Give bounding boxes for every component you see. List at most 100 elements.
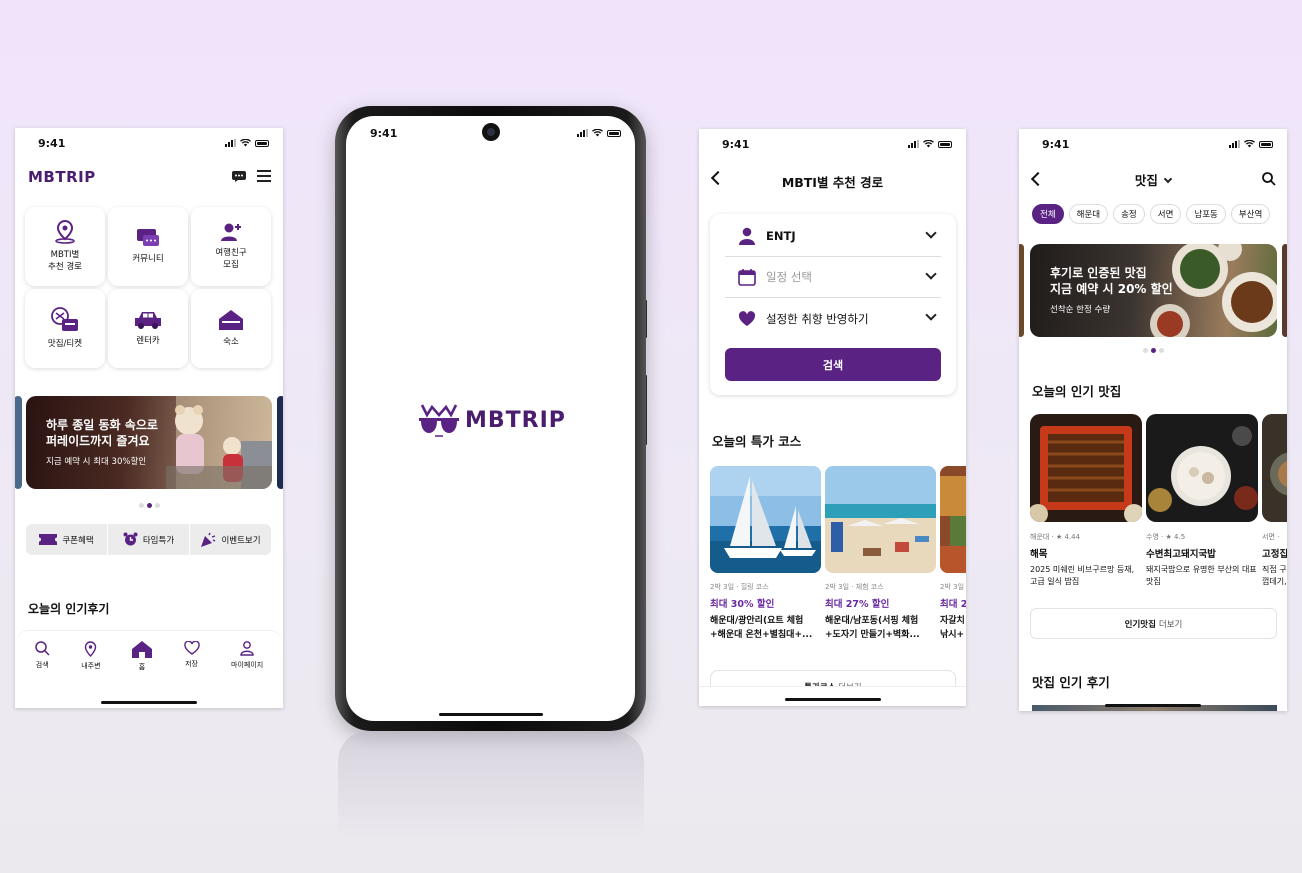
coupon-label: 쿠폰혜택: [62, 535, 94, 546]
wifi-icon: [592, 129, 603, 137]
map-pin-icon: [55, 220, 75, 245]
banner-title: 후기로 인증된 맛집 지금 예약 시 20% 할인: [1050, 266, 1173, 297]
menu-tile-lodging[interactable]: 숙소: [191, 289, 271, 368]
status-bar: 9:41: [15, 128, 283, 158]
sunglasses-logo-icon: [419, 404, 459, 437]
chip-seomyeon[interactable]: 서면: [1149, 204, 1182, 224]
course-card[interactable]: 2박 3일 · 힐링 코스 최대 30% 할인 해운대/광안리(요트 체험 +해운…: [710, 466, 821, 643]
course-discount: 최대 27% 할인: [825, 599, 890, 610]
add-friend-icon: [221, 223, 241, 242]
event-button[interactable]: 이벤트보기: [190, 524, 271, 555]
menu-grid: MBTI별 추천 경로 커뮤니티 여행친구 모집 맛집/티켓 렌터카 숙소: [25, 207, 273, 368]
tab-search[interactable]: 검색: [34, 641, 50, 672]
signal-icon: [577, 129, 588, 137]
course-card[interactable]: 2박 3일 · 체험 코스 최대 27% 할인 해운대/남포동(서핑 체험 +도자…: [825, 466, 936, 643]
restaurant-meta: 해운대 · ★ 4.44: [1030, 533, 1081, 541]
banner-peek-right: [277, 396, 283, 489]
home-screen: 9:41 MBTRIP MBTI별 추천 경로 커뮤니티 여행친구 모집 맛집/…: [15, 128, 283, 708]
carousel-dots: [1143, 348, 1164, 353]
tab-label: 마이페이지: [231, 661, 264, 669]
location-icon: [85, 641, 97, 657]
tab-label: 홈: [138, 663, 146, 671]
party-popper-icon: [201, 532, 216, 547]
promo-banner[interactable]: 하루 종일 동화 속으로 퍼레이드까지 즐겨요 지금 예약 시 최대 30%할인: [26, 396, 272, 489]
menu-tile-community[interactable]: 커뮤니티: [108, 207, 188, 286]
restaurant-desc: 2025 미쉐린 비브구르망 등재, 고급 일식 밥집: [1030, 565, 1135, 586]
search-button[interactable]: 검색: [725, 348, 941, 381]
restaurant-image: [1146, 414, 1258, 522]
tab-nearby[interactable]: 내주변: [81, 641, 101, 672]
menu-tile-travel-friend[interactable]: 여행친구 모집: [191, 207, 271, 286]
preference-select[interactable]: 설정한 취향 반영하기: [725, 298, 941, 339]
course-meta: 2박 3일 · 힐링 코스: [710, 583, 769, 591]
front-camera: [482, 123, 500, 141]
course-meta: 2박 3일 · 체험 코스: [825, 583, 884, 591]
chevron-down-icon: [925, 268, 937, 280]
quick-actions: 쿠폰혜택 타임특가 이벤트보기: [26, 524, 271, 555]
restaurant-card[interactable]: 해운대 · ★ 4.44 해목 2025 미쉐린 비브구르망 등재, 고급 일식…: [1030, 414, 1142, 588]
tab-mypage[interactable]: 마이페이지: [231, 641, 263, 672]
tile-label: 맛집/티켓: [47, 338, 83, 349]
battery-icon: [938, 140, 952, 148]
mbti-select[interactable]: ENTJ: [725, 216, 941, 257]
tab-label: 검색: [35, 661, 49, 669]
battery-icon: [1259, 140, 1273, 148]
course-name-line: 자갈치: [940, 616, 965, 626]
tab-saved[interactable]: 저장: [183, 641, 200, 672]
banner-title: 하루 종일 동화 속으로 퍼레이드까지 즐겨요: [46, 418, 158, 449]
course-meta: 2박 3일: [940, 583, 965, 591]
banner-peek-right: [1282, 244, 1287, 337]
popular-food-more-button[interactable]: 인기맛집 더보기: [1030, 608, 1277, 639]
chat-icon[interactable]: [232, 171, 246, 182]
phone-reflection: [338, 731, 644, 841]
chip-busan-station[interactable]: 부산역: [1230, 204, 1271, 224]
chip-nampodong[interactable]: 남포동: [1186, 204, 1226, 224]
course-image: [710, 466, 821, 573]
menu-tile-mbti-route[interactable]: MBTI별 추천 경로: [25, 207, 105, 286]
menu-icon[interactable]: [257, 170, 271, 182]
tab-home[interactable]: 홈: [132, 641, 153, 672]
home-indicator: [101, 701, 197, 704]
food-reviews-title: 맛집 인기 후기: [1032, 675, 1110, 690]
menu-tile-rent-car[interactable]: 렌터카: [108, 289, 188, 368]
status-bar: 9:41: [699, 129, 966, 159]
splash-logo: MBTRIP: [419, 403, 566, 437]
event-label: 이벤트보기: [221, 535, 261, 546]
page-title: MBTI별 추천 경로: [781, 175, 884, 190]
course-card[interactable]: 2박 3일 최대 2 자갈치 낚시+: [940, 466, 966, 643]
restaurant-card[interactable]: 서면 · 고정집 직접 구워 껍데기,: [1262, 414, 1287, 588]
mbti-value: ENTJ: [766, 229, 796, 243]
chip-songjeong[interactable]: 송정: [1113, 204, 1145, 224]
status-time: 9:41: [1042, 138, 1070, 151]
date-select[interactable]: 일정 선택: [725, 257, 941, 298]
heart-icon: [738, 310, 756, 326]
alarm-clock-icon: [123, 532, 138, 546]
tile-label: 커뮤니티: [132, 253, 164, 264]
restaurant-name: 해목: [1030, 549, 1048, 560]
wifi-icon: [1244, 140, 1255, 148]
status-time: 9:41: [370, 127, 398, 140]
battery-icon: [607, 129, 621, 137]
restaurant-name: 수변최고돼지국밥: [1146, 549, 1216, 560]
food-screen: 9:41 맛집 전체 해운대 송정 서면 남포동 부산역 후기로 인증된 맛집 …: [1019, 129, 1287, 711]
coupon-button[interactable]: 쿠폰혜택: [26, 524, 108, 555]
chip-haeundae[interactable]: 해운대: [1068, 204, 1109, 224]
restaurant-name: 고정집: [1262, 549, 1287, 560]
chip-all[interactable]: 전체: [1032, 204, 1064, 224]
menu-tile-food-ticket[interactable]: 맛집/티켓: [25, 289, 105, 368]
heart-icon: [183, 641, 200, 655]
app-logo: MBTRIP: [28, 168, 96, 186]
promo-banner[interactable]: 후기로 인증된 맛집 지금 예약 시 20% 할인 선착순 한정 수량: [1030, 244, 1277, 337]
restaurant-card[interactable]: 수영 · ★ 4.5 수변최고돼지국밥 돼지국밥으로 유명한 부산의 대표 맛집: [1146, 414, 1258, 588]
course-name: 해운대/광안리(요트 체험 +해운대 온천+별침대+...: [710, 614, 821, 643]
course-name-line: +도자기 만들기+벽화...: [825, 630, 920, 641]
search-icon[interactable]: [1262, 172, 1276, 186]
time-deal-button[interactable]: 타임특가: [108, 524, 190, 555]
category-title[interactable]: 맛집: [1019, 170, 1287, 189]
ticket-icon: [51, 307, 78, 331]
home-icon: [132, 641, 153, 658]
tile-label: 렌터카: [136, 335, 160, 346]
tile-label: 여행친구 모집: [215, 248, 247, 270]
search-icon: [34, 641, 50, 656]
chat-bubbles-icon: [137, 228, 159, 246]
